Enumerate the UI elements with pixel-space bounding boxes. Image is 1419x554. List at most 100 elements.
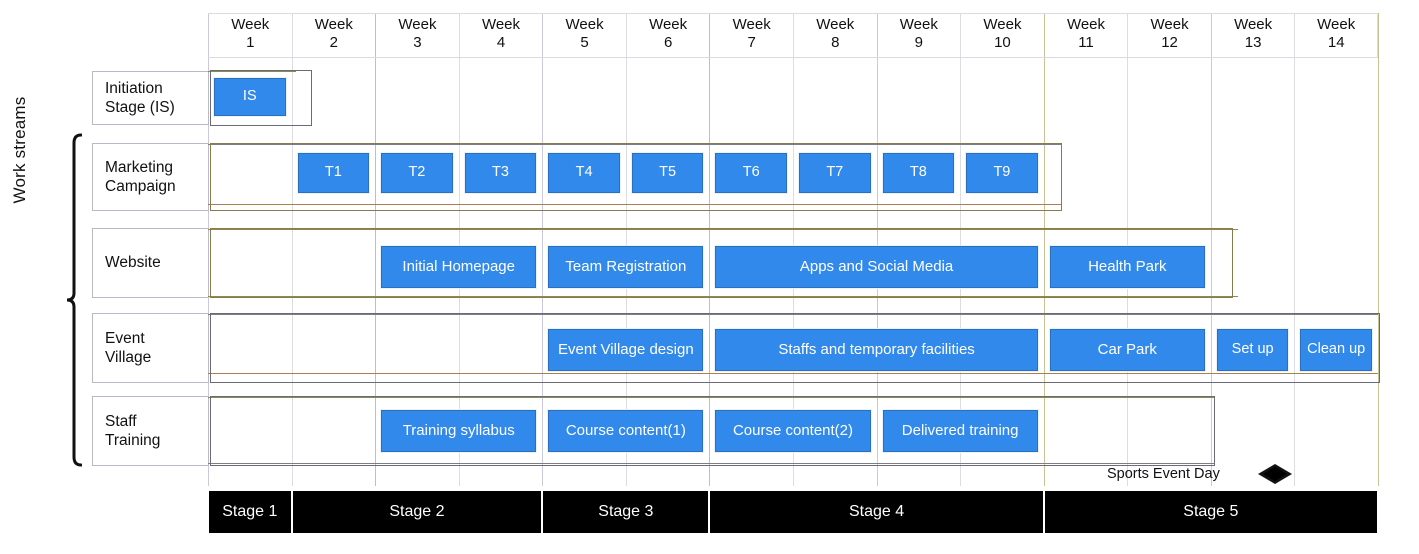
week-header-number: 11 xyxy=(1078,33,1094,51)
week-header-4: Week 4 xyxy=(458,13,543,57)
task-bar-label: T7 xyxy=(826,164,844,181)
week-header-3: Week 3 xyxy=(375,13,459,57)
week-header-word: Week xyxy=(565,16,604,33)
week-header-word: Week xyxy=(314,16,353,33)
task-bar-event-village-2[interactable]: Staffs and temporary facilities xyxy=(715,329,1038,371)
stage-1[interactable]: Stage 1 xyxy=(208,490,292,534)
stage-label: Stage 3 xyxy=(598,503,654,520)
week-header-5: Week 5 xyxy=(542,13,626,57)
task-bar-label: T6 xyxy=(742,164,760,181)
stage-label: Stage 1 xyxy=(222,503,278,520)
task-bar-website-4[interactable]: Health Park xyxy=(1049,246,1205,288)
week-header-13: Week 13 xyxy=(1210,13,1295,57)
row-label-line2: Stage (IS) xyxy=(105,99,175,116)
task-bar-marketing-9[interactable]: T9 xyxy=(966,153,1038,193)
task-bar-staff-training-1[interactable]: Training syllabus xyxy=(381,410,537,452)
week-header-1: Week 1 xyxy=(208,13,292,57)
stage-5[interactable]: Stage 5 xyxy=(1043,490,1378,534)
task-bar-label: Delivered training xyxy=(901,421,1019,439)
week-header-number: 6 xyxy=(663,33,673,51)
task-bar-label: IS xyxy=(242,88,257,105)
task-bar-label: Clean up xyxy=(1307,341,1366,358)
row-label-marketing: Marketing Campaign xyxy=(92,143,209,211)
task-bar-staff-training-2[interactable]: Course content(1) xyxy=(548,410,704,452)
task-bar-label: Course content(2) xyxy=(732,421,854,439)
week-header-number: 7 xyxy=(747,33,756,51)
week-header-word: Week xyxy=(1066,16,1106,33)
week-header-number: 9 xyxy=(914,33,924,51)
stage-2[interactable]: Stage 2 xyxy=(291,490,543,534)
week-header-word: Week xyxy=(899,16,938,33)
week-header-number: 10 xyxy=(994,33,1011,51)
row-label-line1: Website xyxy=(105,254,161,272)
week-header-number: 2 xyxy=(329,33,339,51)
task-bar-initiation-1[interactable]: IS xyxy=(214,78,286,116)
task-bar-label: T4 xyxy=(575,164,593,181)
task-bar-website-3[interactable]: Apps and Social Media xyxy=(715,246,1038,288)
row-label-staff-training: Staff Training xyxy=(92,396,209,466)
task-bar-label: Course content(1) xyxy=(565,421,686,439)
week-header-word: Week xyxy=(732,16,771,33)
stage-3[interactable]: Stage 3 xyxy=(542,490,710,534)
task-bar-label: T3 xyxy=(492,164,509,181)
row-label-line2: Village xyxy=(105,349,152,366)
task-bar-label: T5 xyxy=(659,164,677,181)
staff-training-group-outline xyxy=(210,396,1215,466)
row-label-line1: Event xyxy=(105,329,145,347)
task-bar-marketing-7[interactable]: T7 xyxy=(799,153,871,193)
row-label-line1: Staff xyxy=(105,412,137,430)
task-bar-label: T1 xyxy=(324,164,342,181)
task-bar-label: Event Village design xyxy=(558,340,694,358)
task-bar-marketing-5[interactable]: T5 xyxy=(631,153,704,193)
row-label-text: Staff Training xyxy=(105,412,160,451)
task-bar-marketing-6[interactable]: T6 xyxy=(715,153,787,193)
header-top-rule xyxy=(208,13,1378,14)
week-header-number: 13 xyxy=(1244,33,1262,51)
task-bar-website-1[interactable]: Initial Homepage xyxy=(381,246,537,288)
week-header-word: Week xyxy=(1150,16,1189,33)
week-header-number: 3 xyxy=(413,33,422,51)
work-streams-bracket xyxy=(66,133,82,467)
milestone-label: Sports Event Day xyxy=(1107,466,1220,482)
task-bar-label: Training syllabus xyxy=(402,421,515,439)
task-bar-marketing-4[interactable]: T4 xyxy=(548,153,620,193)
task-bar-label: Staffs and temporary facilities xyxy=(778,340,975,358)
task-bar-label: T9 xyxy=(993,164,1011,181)
week-header-word: Week xyxy=(816,16,855,33)
task-bar-marketing-8[interactable]: T8 xyxy=(882,153,955,193)
row-label-event-village: Event Village xyxy=(92,313,209,383)
week-header-8: Week 8 xyxy=(793,13,877,57)
week-header-12: Week 12 xyxy=(1127,13,1211,57)
task-bar-marketing-1[interactable]: T1 xyxy=(297,153,370,193)
stage-label: Stage 4 xyxy=(848,503,905,520)
task-bar-event-village-4[interactable]: Set up xyxy=(1216,329,1289,371)
task-bar-marketing-2[interactable]: T2 xyxy=(381,153,453,193)
task-bar-label: T8 xyxy=(909,164,927,181)
task-bar-label: Initial Homepage xyxy=(402,257,515,275)
task-bar-marketing-3[interactable]: T3 xyxy=(464,153,537,193)
header-bottom-rule xyxy=(208,57,1378,58)
week-header-9: Week 9 xyxy=(876,13,961,57)
row-label-line1: Initiation xyxy=(105,79,163,97)
task-bar-event-village-5[interactable]: Clean up xyxy=(1300,329,1372,371)
week-header-word: Week xyxy=(398,16,437,33)
stage-4[interactable]: Stage 4 xyxy=(709,490,1044,534)
task-bar-event-village-3[interactable]: Car Park xyxy=(1049,329,1205,371)
row-label-line1: Marketing xyxy=(105,158,174,176)
task-bar-website-2[interactable]: Team Registration xyxy=(548,246,704,288)
milestone-diamond-icon xyxy=(1257,463,1293,490)
task-bar-staff-training-3[interactable]: Course content(2) xyxy=(715,410,871,452)
week-header-word: Week xyxy=(1234,16,1273,33)
week-header-number: 5 xyxy=(580,33,589,51)
task-bar-label: Team Registration xyxy=(565,257,687,275)
week-header-number: 8 xyxy=(831,33,840,51)
week-header-word: Week xyxy=(983,16,1022,33)
week-header-number: 1 xyxy=(246,33,255,51)
row-label-text: Event Village xyxy=(105,329,151,368)
week-header-number: 12 xyxy=(1161,33,1178,51)
task-bar-staff-training-4[interactable]: Delivered training xyxy=(882,410,1038,452)
stage-label: Stage 2 xyxy=(389,503,445,520)
week-header-word: Week xyxy=(649,16,688,33)
row-label-line2: Campaign xyxy=(105,178,176,195)
task-bar-event-village-1[interactable]: Event Village design xyxy=(548,329,704,371)
